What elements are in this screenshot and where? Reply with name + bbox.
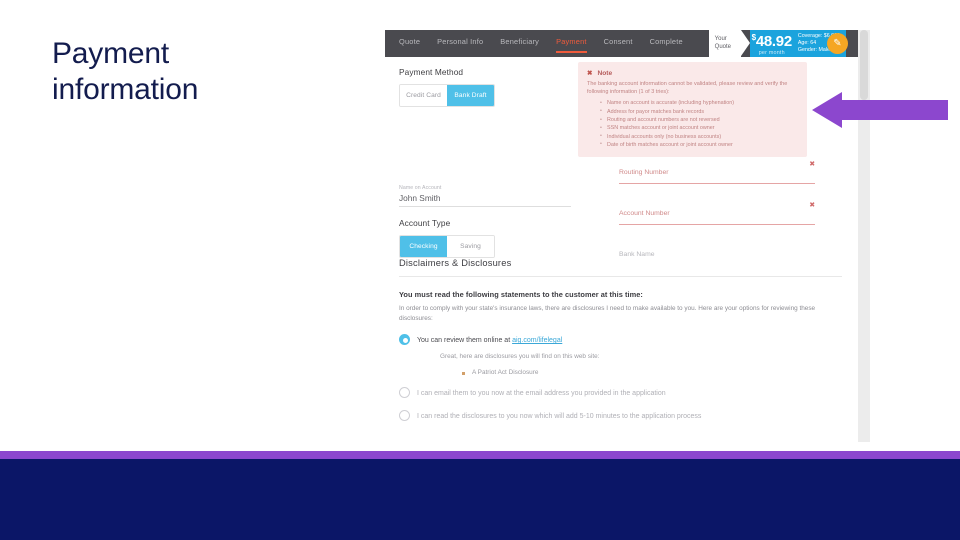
left-pointing-arrow-icon [812,92,948,128]
quote-price-block: $48.92 per month [752,30,793,57]
account-number-placeholder: Account Number [619,210,670,217]
quote-banner: Your Quote $48.92 per month Coverage: $6… [708,30,848,57]
page-title-line-1: Payment [52,37,169,70]
disclosure-option-email-label: I can email them to you now at the email… [417,390,666,397]
quote-label-line-1: Your [714,36,727,42]
accent-stripe [0,451,960,459]
note-bullet: Address for payor matches bank records [600,107,798,116]
x-error-icon[interactable]: ✖ [809,160,815,168]
account-type-option-saving[interactable]: Saving [447,236,494,257]
disclosure-option-online-label: You can review them online at aig.com/li… [417,335,562,346]
note-bullet: Name on account is accurate (including h… [600,99,798,108]
radio-selected-icon[interactable] [399,334,410,345]
radio-unselected-icon[interactable] [399,387,410,398]
pencil-icon[interactable]: ✎ [827,33,848,54]
quote-price: $48.92 [752,30,793,50]
payment-method-toggle: Credit Card Bank Draft [399,84,495,107]
slide-footer: AIG ® FOR FINANCIAL PROFESSIONAL USE ONL… [0,459,960,540]
disclaimers-subtext: In order to comply with your state's ins… [399,305,816,322]
quote-amount: 48.92 [755,33,792,50]
note-bullet: Individual accounts only (no business ac… [600,132,798,141]
application-screenshot: Quote Personal Info Beneficiary Payment … [385,30,870,442]
note-bullet: Routing and account numbers are not reve… [600,115,798,124]
bank-fields-group: Routing Number ✖ Account Number ✖ Bank N… [619,161,815,265]
name-on-account-field[interactable]: Name on Account John Smith [399,185,571,207]
disclosure-option-online-text: You can review them online at [417,337,513,344]
note-bullet-list: Name on account is accurate (including h… [587,99,798,149]
disclaimers-section: Disclaimers & Disclosures You must read … [399,258,842,422]
note-bullet: Date of birth matches account or joint a… [600,140,798,149]
note-title: Note [597,69,613,77]
nav-item-payment[interactable]: Payment [556,37,587,53]
payment-method-option-credit-card[interactable]: Credit Card [400,85,447,106]
note-bullet: SSN matches account or joint account own… [600,124,798,133]
validation-note-box: ✖ Note The banking account information c… [578,62,807,158]
radio-unselected-icon[interactable] [399,410,410,421]
disclosure-option-read-aloud[interactable]: I can read the disclosures to you now wh… [399,410,842,422]
nav-item-quote[interactable]: Quote [399,37,420,50]
quote-period: per month [758,50,785,56]
account-type-toggle: Checking Saving [399,235,495,258]
routing-number-placeholder: Routing Number [619,169,669,176]
scrollbar-thumb[interactable] [860,30,868,100]
application-viewport: Quote Personal Info Beneficiary Payment … [385,30,858,442]
x-close-icon[interactable]: ✖ [587,69,592,77]
nav-item-personal-info[interactable]: Personal Info [437,37,483,50]
disclaimers-title: Disclaimers & Disclosures [399,258,842,277]
quote-label-line-2: Quote [714,43,732,50]
aig-lifelegal-link[interactable]: aig.com/lifelegal [512,337,562,344]
disclosure-option-read-aloud-label: I can read the disclosures to you now wh… [417,413,702,420]
presentation-slide: Payment information Quote Personal Info … [0,0,960,540]
page-title-line-2: information [52,73,199,106]
app-navigation-bar: Quote Personal Info Beneficiary Payment … [385,30,858,57]
nav-item-consent[interactable]: Consent [604,37,633,50]
disclosure-sub-note: Great, here are disclosures you will fin… [440,353,600,360]
disclosure-sub-bullet: A Patriot Act Disclosure [462,369,842,376]
note-header: ✖ Note [587,69,798,78]
account-type-option-checking[interactable]: Checking [400,236,447,257]
quote-chevron-icon [740,30,750,56]
disclosure-option-email[interactable]: I can email them to you now at the email… [399,387,842,399]
page-title: Payment information [52,36,352,108]
note-body: The banking account information cannot b… [587,81,788,96]
nav-item-beneficiary[interactable]: Beneficiary [500,37,539,50]
nav-item-complete[interactable]: Complete [650,37,683,50]
bank-name-placeholder: Bank Name [619,251,655,258]
name-on-account-value[interactable]: John Smith [399,191,571,207]
routing-number-field[interactable]: Routing Number ✖ [619,161,815,184]
disclosure-option-online[interactable]: You can review them online at aig.com/li… [399,334,842,346]
x-error-icon[interactable]: ✖ [809,201,815,209]
quote-label: Your Quote [708,30,741,57]
payment-method-option-bank-draft[interactable]: Bank Draft [447,85,494,106]
disclaimers-lead: You must read the following statements t… [399,290,643,299]
account-number-field[interactable]: Account Number ✖ [619,202,815,225]
